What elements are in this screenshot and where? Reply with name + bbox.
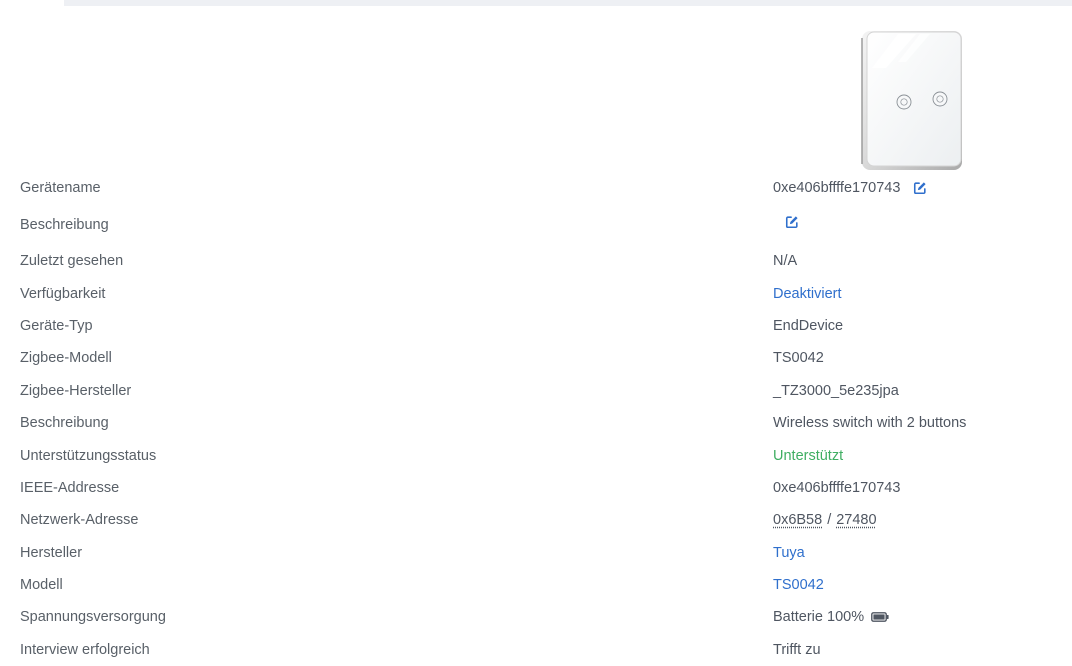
row-device-type: Geräte-Typ EndDevice	[0, 316, 1072, 336]
label-ieee-address: IEEE-Addresse	[20, 480, 120, 496]
row-support-status: Unterstützungsstatus Unterstützt	[0, 446, 1072, 466]
availability-link[interactable]: Deaktiviert	[773, 284, 842, 304]
row-last-seen: Zuletzt gesehen N/A	[0, 251, 1072, 271]
device-name-text: 0xe406bffffe170743	[773, 180, 901, 196]
row-zigbee-model: Zigbee-Modell TS0042	[0, 348, 1072, 368]
manufacturer-link[interactable]: Tuya	[773, 543, 805, 563]
label-support-status: Unterstützungsstatus	[20, 448, 157, 464]
active-tab-indicator	[0, 0, 64, 6]
value-manufacturer: Tuya	[773, 543, 805, 563]
label-device-name: Gerätename	[20, 180, 101, 196]
battery-full-icon	[871, 612, 889, 622]
row-device-name: Gerätename 0xe406bffffe170743	[0, 178, 1072, 198]
value-model: TS0042	[773, 575, 824, 595]
row-ieee-address: IEEE-Addresse 0xe406bffffe170743	[0, 478, 1072, 498]
label-power-source: Spannungsversorgung	[20, 609, 166, 625]
value-device-type: EndDevice	[773, 318, 844, 334]
power-source-text: Batterie 100%	[773, 609, 865, 625]
label-zigbee-manufacturer: Zigbee-Hersteller	[20, 383, 132, 399]
row-model: Modell TS0042	[0, 575, 1072, 595]
value-device-name: 0xe406bffffe170743	[773, 178, 927, 198]
value-power-source: Batterie 100%	[773, 607, 889, 627]
row-power-source: Spannungsversorgung Batterie 100%	[0, 607, 1072, 627]
label-device-type: Geräte-Typ	[20, 318, 93, 334]
label-interview: Interview erfolgreich	[20, 642, 150, 658]
label-description-edit: Beschreibung	[20, 217, 109, 233]
value-description-edit	[785, 215, 799, 229]
edit-icon[interactable]	[913, 181, 927, 195]
value-last-seen: N/A	[773, 253, 798, 269]
value-zigbee-model: TS0042	[773, 350, 824, 366]
value-support-status: Unterstützt	[773, 446, 843, 466]
support-status-badge[interactable]: Unterstützt	[773, 446, 843, 466]
label-network-address: Netzwerk-Adresse	[20, 512, 139, 528]
value-network-address: 0x6B58 / 27480	[773, 510, 877, 530]
label-manufacturer: Hersteller	[20, 545, 83, 561]
device-image	[861, 31, 962, 170]
row-zigbee-manufacturer: Zigbee-Hersteller _TZ3000_5e235jpa	[0, 381, 1072, 401]
row-description-edit: Beschreibung	[0, 215, 1072, 235]
label-zigbee-model: Zigbee-Modell	[20, 350, 112, 366]
model-link[interactable]: TS0042	[773, 575, 824, 595]
label-availability: Verfügbarkeit	[20, 286, 106, 302]
row-manufacturer: Hersteller Tuya	[0, 543, 1072, 563]
network-address-separator: /	[827, 512, 832, 528]
row-description: Beschreibung Wireless switch with 2 butt…	[0, 413, 1072, 433]
network-address-hex: 0x6B58	[773, 512, 823, 528]
row-availability: Verfügbarkeit Deaktiviert	[0, 284, 1072, 304]
value-availability: Deaktiviert	[773, 284, 842, 304]
label-description: Beschreibung	[20, 415, 109, 431]
value-zigbee-manufacturer: _TZ3000_5e235jpa	[773, 383, 899, 399]
value-ieee-address: 0xe406bffffe170743	[773, 480, 901, 496]
edit-icon[interactable]	[785, 215, 799, 229]
row-network-address: Netzwerk-Adresse 0x6B58 / 27480	[0, 510, 1072, 530]
label-model: Modell	[20, 577, 63, 593]
network-address-dec: 27480	[836, 512, 877, 528]
label-last-seen: Zuletzt gesehen	[20, 253, 124, 269]
value-description: Wireless switch with 2 buttons	[773, 415, 967, 431]
value-interview: Trifft zu	[773, 642, 821, 658]
row-interview: Interview erfolgreich Trifft zu	[0, 640, 1072, 660]
top-tab-strip	[0, 0, 1072, 6]
